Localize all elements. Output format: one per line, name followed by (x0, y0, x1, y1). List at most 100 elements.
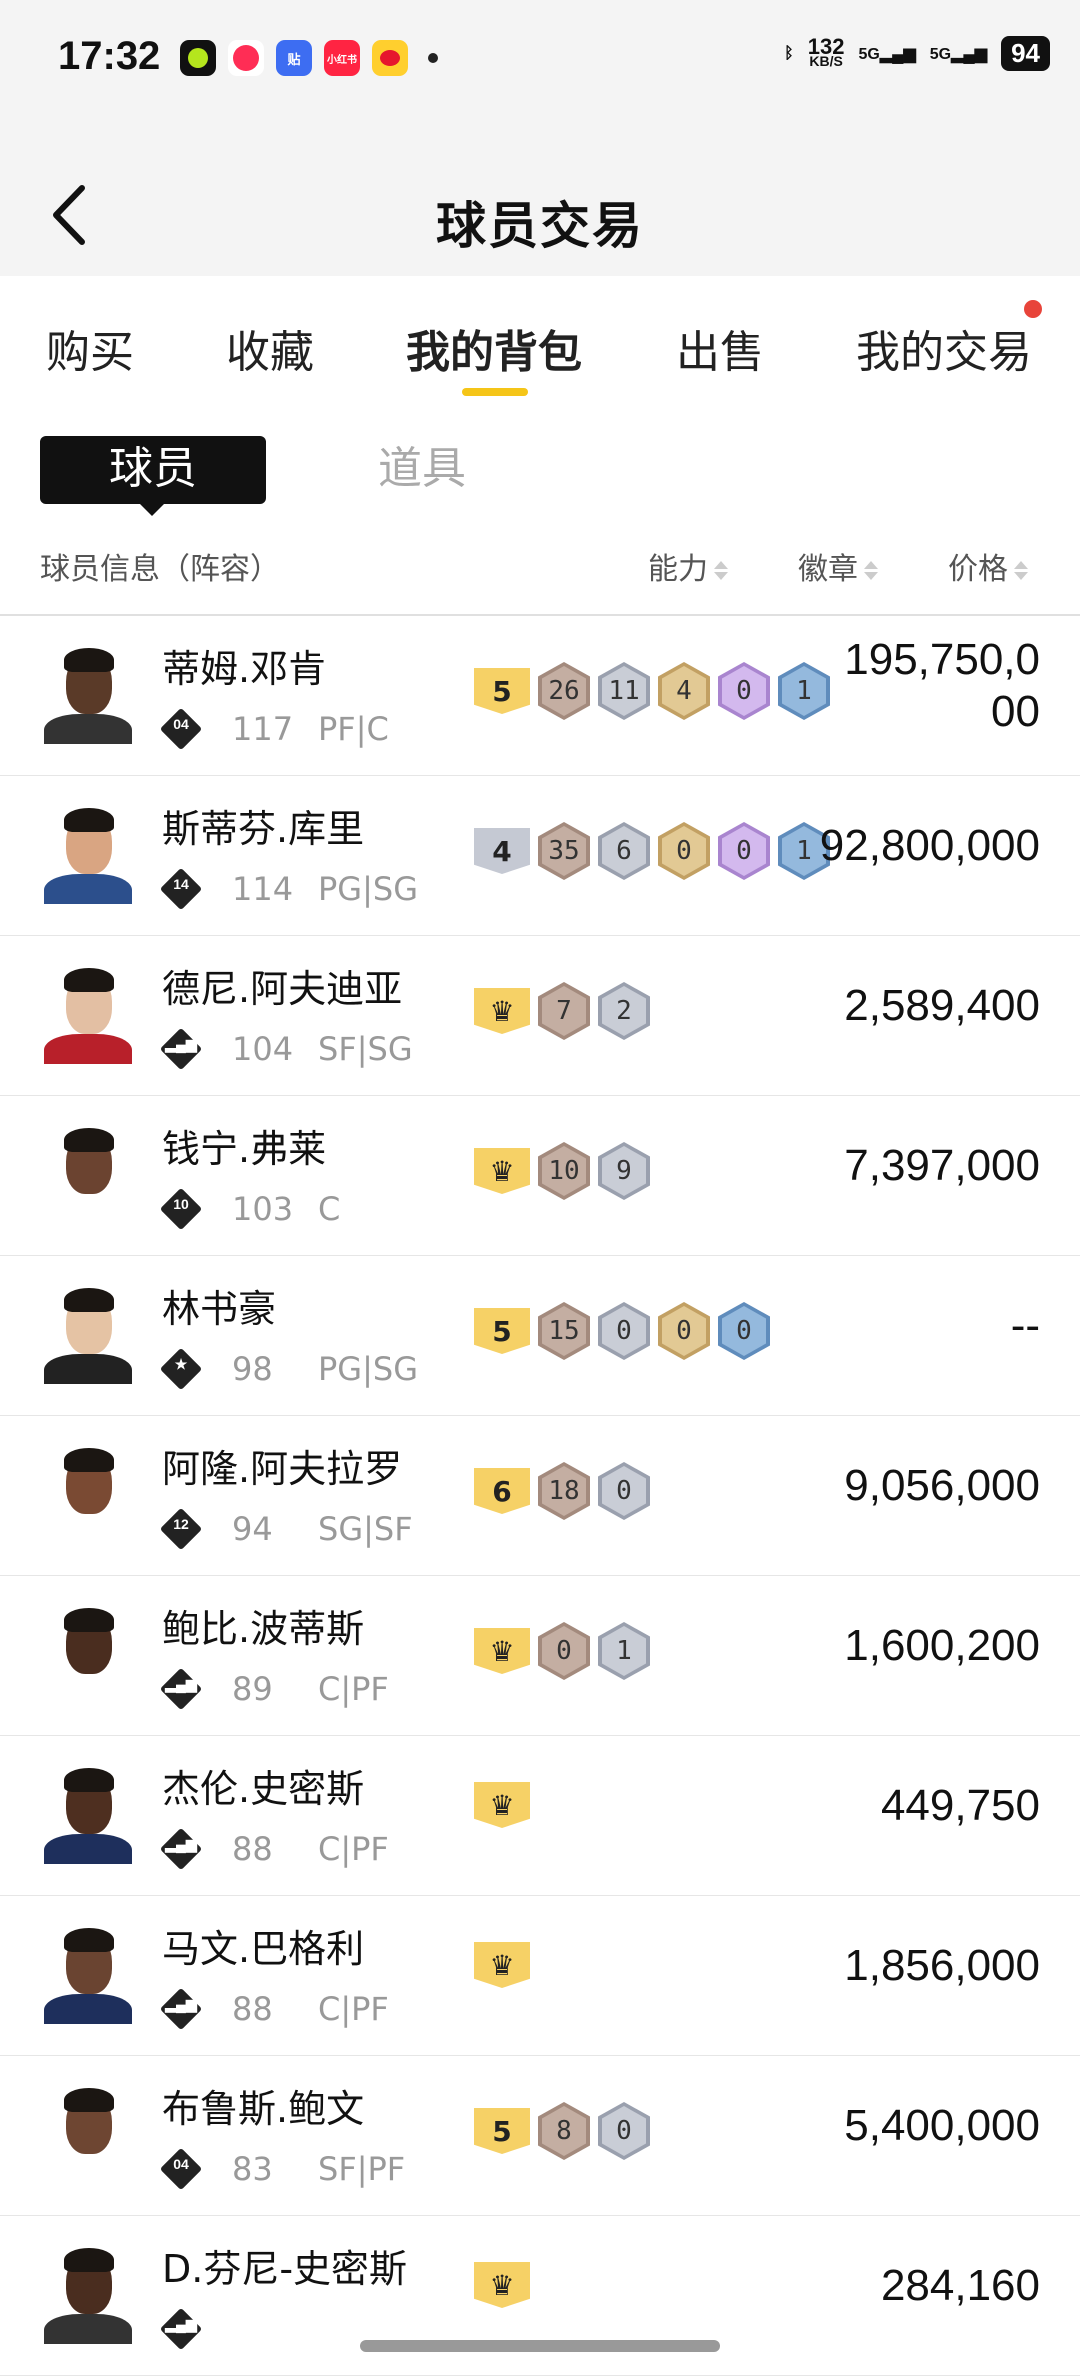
player-price: 449,750 (880, 1781, 1040, 1830)
badge-count: 0 (602, 1466, 646, 1516)
badge-count: 18 (542, 1466, 586, 1516)
tab-sell[interactable]: 出售 (676, 316, 764, 380)
player-price: 1,600,200 (844, 1621, 1040, 1670)
player-avatar (40, 1124, 136, 1224)
column-ability-sort[interactable]: 能力 (648, 544, 728, 588)
jersey (44, 1514, 132, 1544)
player-position: PG|SG (318, 870, 418, 908)
badge-bronze-icon: 8 (538, 2102, 590, 2160)
app1-icon (180, 40, 216, 76)
tab-buy[interactable]: 购买 (46, 316, 134, 380)
player-row[interactable]: D.芬尼-史密斯 ▂▄▆ ♛ 284,160 (0, 2216, 1080, 2376)
badge-bronze-icon: 7 (538, 982, 590, 1040)
badge-count: 0 (662, 826, 706, 876)
ability-and-badges: ♛ (474, 1942, 530, 1988)
badge-silver-icon: 0 (598, 1462, 650, 1520)
ability-level-icon: 4 (474, 828, 530, 874)
ability-level-icon: ♛ (474, 1782, 530, 1828)
tier-number: 14 (173, 876, 189, 892)
player-row[interactable]: 布鲁斯.鲍文 04 83 SF|PF 5 8 0 5,400,000 (0, 2056, 1080, 2216)
hair (64, 2088, 114, 2112)
segment-items[interactable]: 道具 (378, 436, 466, 502)
tier-bars-icon: ▂▄▆ (165, 2316, 197, 2332)
player-row[interactable]: 德尼.阿夫迪亚 ▂▄▆ 104 SF|SG ♛ 7 2 2,589,400 (0, 936, 1080, 1096)
tab-favorites[interactable]: 收藏 (226, 316, 314, 380)
player-position: C (318, 1190, 341, 1228)
ability-level-icon: 5 (474, 2108, 530, 2154)
player-overall: 117 (232, 710, 294, 748)
player-name: 钱宁.弗莱 (162, 1127, 327, 1171)
player-overall: 83 (232, 2150, 273, 2188)
ability-and-badges: ♛ 0 1 (474, 1622, 650, 1680)
player-overall: 103 (232, 1190, 294, 1228)
column-badge-sort[interactable]: 徽章 (798, 544, 878, 588)
badge-bronze-icon: 0 (538, 1622, 590, 1680)
player-row[interactable]: 马文.巴格利 ▂▄▆ 88 C|PF ♛ 1,856,000 (0, 1896, 1080, 2056)
hair (64, 2248, 114, 2272)
badge-silver-icon: 0 (598, 1302, 650, 1360)
jersey (44, 1674, 132, 1704)
column-price-label: 价格 (948, 552, 1008, 587)
player-price: 1,856,000 (844, 1941, 1040, 1990)
badge-count: 0 (722, 666, 766, 716)
player-name: 布鲁斯.鲍文 (162, 2087, 365, 2131)
tier-number: 12 (173, 1516, 189, 1532)
segment-players[interactable]: 球员 (40, 436, 266, 504)
player-position: SF|SG (318, 1030, 413, 1068)
badge-silver-icon: 2 (598, 982, 650, 1040)
tier-number: 04 (173, 2156, 189, 2172)
ability-and-badges: ♛ 10 9 (474, 1142, 650, 1200)
badge-purple-icon: 0 (718, 662, 770, 720)
tab-my-backpack[interactable]: 我的背包 (406, 316, 582, 380)
badge-bronze-icon: 10 (538, 1142, 590, 1200)
tab-my-trades[interactable]: 我的交易 (856, 316, 1032, 380)
player-position: C|PF (318, 1990, 389, 2028)
player-row[interactable]: 钱宁.弗莱 10 103 C ♛ 10 9 7,397,000 (0, 1096, 1080, 1256)
bluetooth-icon: ᛒ (784, 44, 794, 62)
badge-count: 2 (602, 986, 646, 1036)
column-price-sort[interactable]: 价格 (948, 544, 1028, 588)
tier-bars-icon: ▂▄▆ (165, 1836, 197, 1852)
badge-bronze-icon: 35 (538, 822, 590, 880)
ability-and-badges: 4 35 6 0 0 1 (474, 822, 830, 880)
player-row[interactable]: 阿隆.阿夫拉罗 12 94 SG|SF 6 18 0 9,056,000 (0, 1416, 1080, 1576)
jersey (44, 714, 132, 744)
ability-level-icon: 6 (474, 1468, 530, 1514)
ability-and-badges: ♛ (474, 2262, 530, 2308)
badge-gold-icon: 0 (658, 822, 710, 880)
player-avatar (40, 644, 136, 744)
tier-number: ★ (174, 1356, 188, 1372)
ability-and-badges: 5 15 0 0 0 (474, 1302, 770, 1360)
player-row[interactable]: 林书豪 ★ 98 PG|SG 5 15 0 0 0 -- (0, 1256, 1080, 1416)
ability-and-badges: ♛ 7 2 (474, 982, 650, 1040)
tier-number: 10 (173, 1196, 189, 1212)
player-row[interactable]: 鲍比.波蒂斯 ▂▄▆ 89 C|PF ♛ 0 1 1,600,200 (0, 1576, 1080, 1736)
player-row[interactable]: 蒂姆.邓肯 04 117 PF|C 5 26 11 4 0 1 195,750,… (0, 616, 1080, 776)
badge-silver-icon: 0 (598, 2102, 650, 2160)
player-position: SG|SF (318, 1510, 413, 1548)
badge-count: 8 (542, 2106, 586, 2156)
badge-silver-icon: 1 (598, 1622, 650, 1680)
player-avatar (40, 1444, 136, 1544)
ability-and-badges: 5 26 11 4 0 1 (474, 662, 830, 720)
player-avatar (40, 1924, 136, 2024)
column-badge-label: 徽章 (798, 552, 858, 587)
player-avatar (40, 964, 136, 1064)
player-overall: 98 (232, 1350, 273, 1388)
hair (64, 1768, 114, 1792)
player-row[interactable]: 斯蒂芬.库里 14 114 PG|SG 4 35 6 0 0 1 92,800,… (0, 776, 1080, 936)
player-position: C|PF (318, 1670, 389, 1708)
badge-count: 1 (782, 666, 826, 716)
ability-level-icon: ♛ (474, 1148, 530, 1194)
badge-count: 26 (542, 666, 586, 716)
ability-level-icon: ♛ (474, 1942, 530, 1988)
xiaohongshu-icon: 小红书 (324, 40, 360, 76)
badge-blue-icon: 0 (718, 1302, 770, 1360)
home-indicator[interactable] (360, 2340, 720, 2352)
player-row[interactable]: 杰伦.史密斯 ▂▄▆ 88 C|PF ♛ 449,750 (0, 1736, 1080, 1896)
badge-count: 0 (542, 1626, 586, 1676)
jersey (44, 1354, 132, 1384)
tier-bars-icon: ▂▄▆ (165, 1036, 197, 1052)
badge-count: 7 (542, 986, 586, 1036)
badge-count: 1 (602, 1626, 646, 1676)
